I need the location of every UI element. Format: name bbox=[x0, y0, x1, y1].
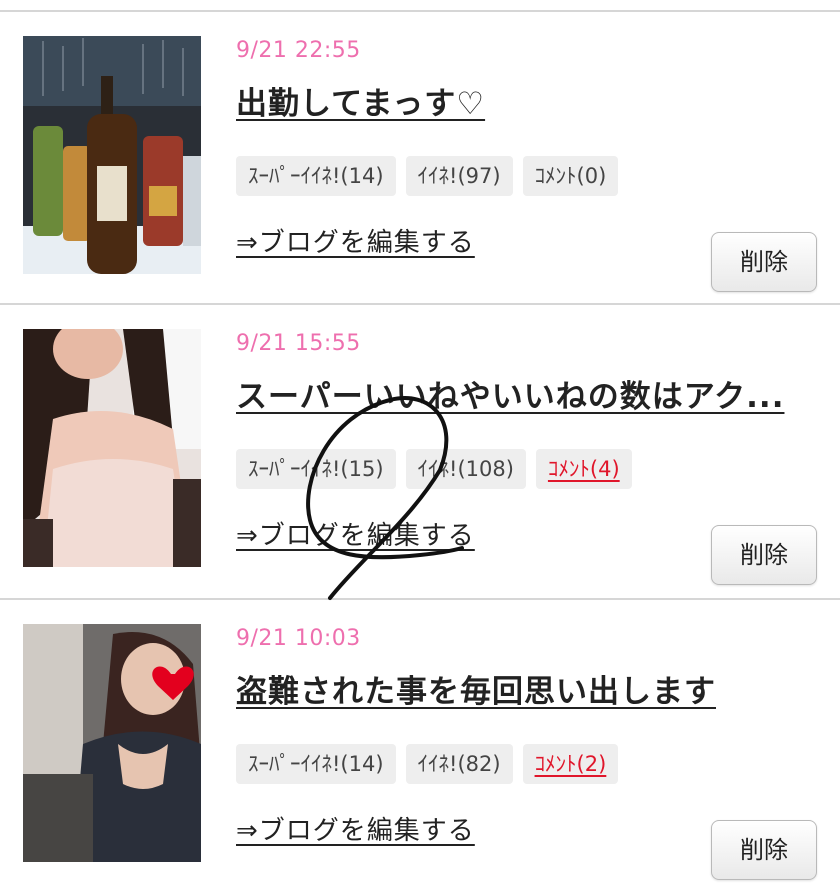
blog-entry: 9/21 22:55 出勤してまっす♡ ｽｰﾊﾟｰｲｲﾈ!(14) ｲｲﾈ!(9… bbox=[0, 12, 840, 302]
comment-count: ｺﾒﾝﾄ(0) bbox=[522, 156, 619, 196]
post-title-link[interactable]: スーパーいいねやいいねの数はアク... bbox=[236, 371, 816, 416]
reaction-tags: ｽｰﾊﾟｰｲｲﾈ!(15) ｲｲﾈ!(108) ｺﾒﾝﾄ(4) bbox=[236, 449, 642, 489]
post-date: 9/21 10:03 bbox=[236, 626, 361, 651]
post-title-link[interactable]: 出勤してまっす♡ bbox=[236, 78, 816, 123]
super-like-count: ｽｰﾊﾟｰｲｲﾈ!(15) bbox=[236, 449, 396, 489]
reaction-tags: ｽｰﾊﾟｰｲｲﾈ!(14) ｲｲﾈ!(82) ｺﾒﾝﾄ(2) bbox=[236, 744, 628, 784]
post-date: 9/21 22:55 bbox=[236, 38, 361, 63]
like-count: ｲｲﾈ!(82) bbox=[405, 744, 513, 784]
comment-count-link[interactable]: ｺﾒﾝﾄ(2) bbox=[522, 744, 619, 784]
delete-button[interactable]: 削除 bbox=[711, 820, 817, 880]
woman-car-image bbox=[23, 624, 201, 862]
delete-button[interactable]: 削除 bbox=[711, 525, 817, 585]
like-count: ｲｲﾈ!(108) bbox=[405, 449, 526, 489]
delete-button[interactable]: 削除 bbox=[711, 232, 817, 292]
edit-blog-link[interactable]: ⇒ブログを編集する bbox=[236, 515, 475, 552]
blog-thumbnail[interactable] bbox=[23, 329, 201, 567]
blog-entry: 9/21 10:03 盗難された事を毎回思い出します ｽｰﾊﾟｰｲｲﾈ!(14)… bbox=[0, 600, 840, 890]
post-title-link[interactable]: 盗難された事を毎回思い出します bbox=[236, 666, 816, 711]
post-date: 9/21 15:55 bbox=[236, 331, 361, 356]
edit-blog-link[interactable]: ⇒ブログを編集する bbox=[236, 222, 475, 259]
blog-thumbnail[interactable] bbox=[23, 36, 201, 274]
super-like-count: ｽｰﾊﾟｰｲｲﾈ!(14) bbox=[236, 744, 396, 784]
blog-entry: 9/21 15:55 スーパーいいねやいいねの数はアク... ｽｰﾊﾟｰｲｲﾈ!… bbox=[0, 305, 840, 595]
super-like-count: ｽｰﾊﾟｰｲｲﾈ!(14) bbox=[236, 156, 396, 196]
whisky-bottles-image bbox=[23, 36, 201, 274]
reaction-tags: ｽｰﾊﾟｰｲｲﾈ!(14) ｲｲﾈ!(97) ｺﾒﾝﾄ(0) bbox=[236, 156, 628, 196]
blog-list: 9/21 22:55 出勤してまっす♡ ｽｰﾊﾟｰｲｲﾈ!(14) ｲｲﾈ!(9… bbox=[0, 0, 840, 890]
like-count: ｲｲﾈ!(97) bbox=[405, 156, 513, 196]
edit-blog-link[interactable]: ⇒ブログを編集する bbox=[236, 810, 475, 847]
blog-thumbnail[interactable] bbox=[23, 624, 201, 862]
comment-count-link[interactable]: ｺﾒﾝﾄ(4) bbox=[535, 449, 632, 489]
woman-white-dress-image bbox=[23, 329, 201, 567]
